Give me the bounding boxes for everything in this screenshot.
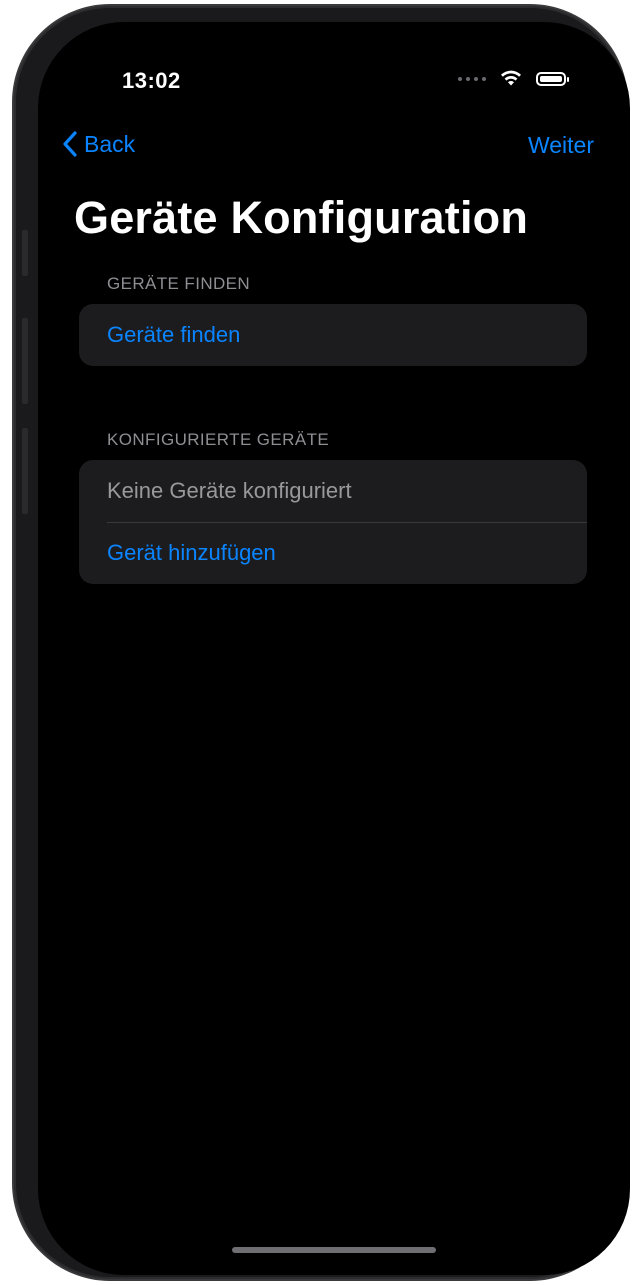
configured-devices-group: Keine Geräte konfiguriert Gerät hinzufüg… [79,460,587,584]
screen: 13:02 Back Weiter Geräte Konfiguration G… [38,22,630,1275]
status-icons [458,70,569,87]
no-devices-label: Keine Geräte konfiguriert [107,478,352,503]
section-header-find-devices: GERÄTE FINDEN [107,274,251,293]
add-device-button[interactable]: Gerät hinzufügen [79,522,587,584]
back-button[interactable]: Back [62,130,135,158]
chevron-left-icon [63,131,77,157]
page-title: Geräte Konfiguration [74,192,529,243]
volume-up-button [22,318,28,404]
next-button[interactable]: Weiter [528,132,594,159]
find-devices-button[interactable]: Geräte finden [79,304,587,366]
action-button [22,230,28,276]
signal-dots-icon [458,76,486,81]
status-time: 13:02 [122,68,181,93]
find-devices-group: Geräte finden [79,304,587,366]
section-header-configured-devices: KONFIGURIERTE GERÄTE [107,430,330,449]
wifi-icon [501,70,521,86]
back-label: Back [84,130,136,157]
phone-frame: 13:02 Back Weiter Geräte Konfiguration G… [14,6,630,1279]
volume-down-button [22,428,28,514]
battery-icon [536,71,569,86]
home-indicator[interactable] [232,1247,436,1253]
